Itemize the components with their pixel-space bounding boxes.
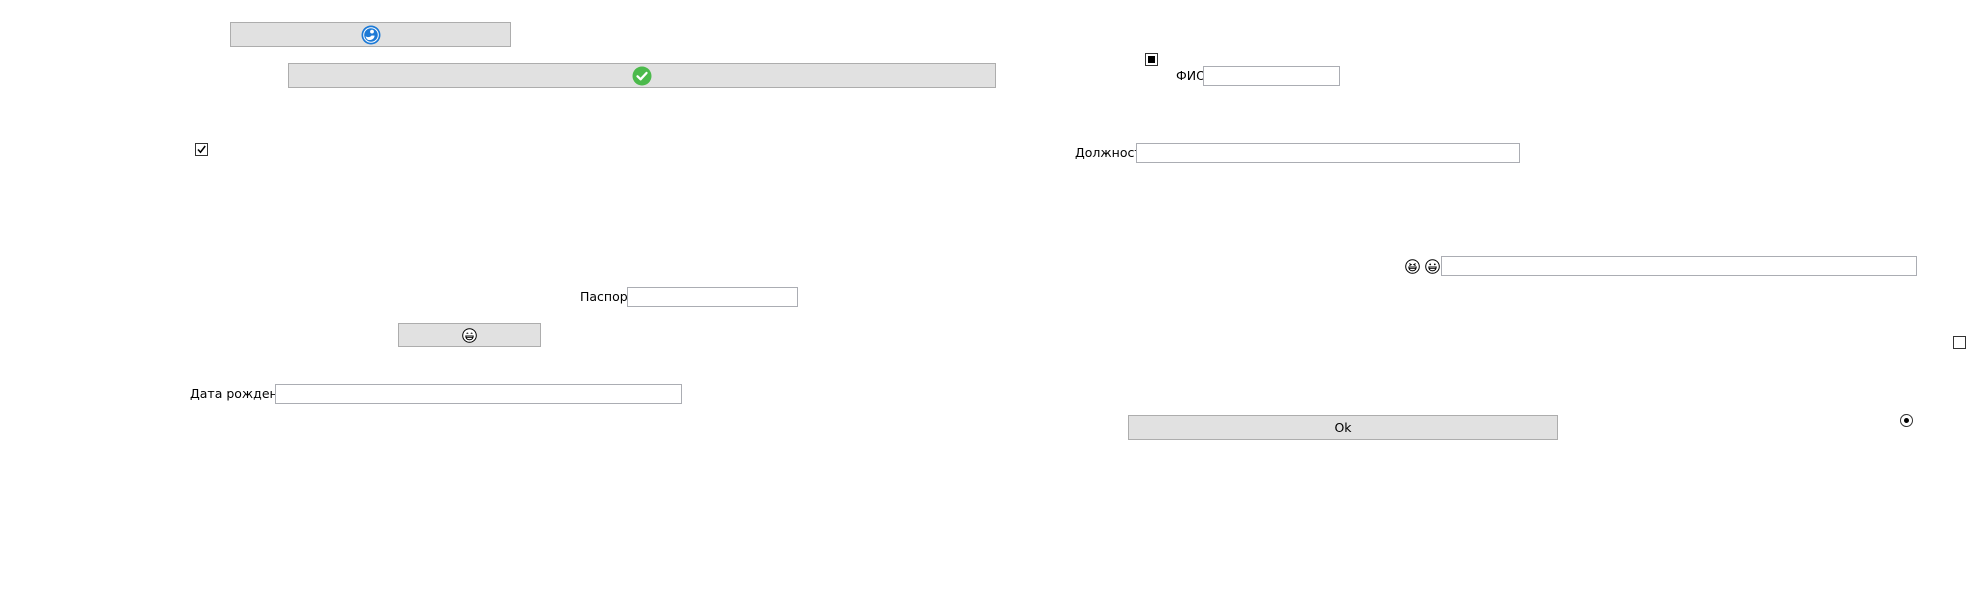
checkmark-icon [197, 145, 206, 154]
far-right-checkbox[interactable] [1953, 336, 1966, 349]
left-checkbox[interactable] [195, 143, 208, 156]
smiley-button[interactable] [398, 323, 541, 347]
person-icon [361, 25, 381, 45]
ok-button[interactable]: Ok [1128, 415, 1558, 440]
emoji-text-input[interactable] [1441, 256, 1917, 276]
grinning-face-icon [1425, 259, 1440, 274]
birth-date-input[interactable] [275, 384, 682, 404]
top-right-checkbox[interactable] [1145, 53, 1158, 66]
fio-input[interactable] [1203, 66, 1340, 86]
check-button[interactable] [288, 63, 996, 88]
right-radio-button[interactable] [1900, 414, 1913, 427]
passport-input[interactable] [627, 287, 798, 307]
check-circle-icon [632, 66, 652, 86]
grinning-face-icon [462, 327, 477, 343]
position-input[interactable] [1136, 143, 1520, 163]
fio-label: ФИО [1176, 68, 1206, 83]
radio-dot [1904, 418, 1909, 423]
grinning-squint-face-icon [1405, 259, 1420, 274]
indeterminate-mark [1148, 56, 1155, 63]
top-icon-button[interactable] [230, 22, 511, 47]
